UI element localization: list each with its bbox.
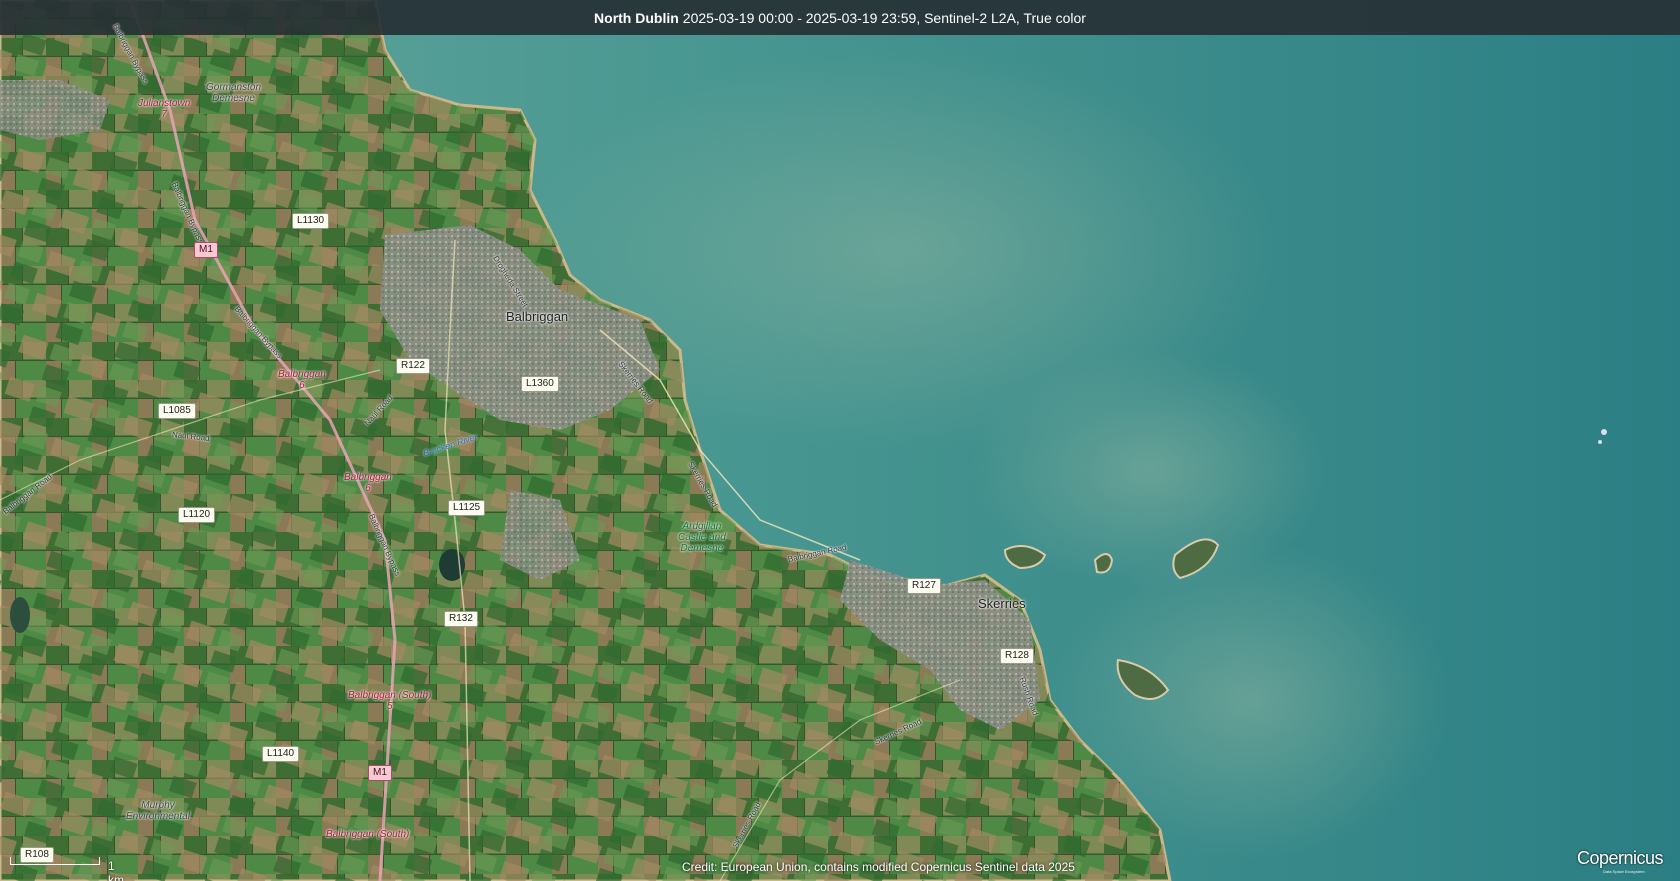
place-label-balbriggan-6a: Balbriggan 6 — [278, 369, 326, 391]
road-shield-l1085: L1085 — [158, 403, 196, 419]
road-shield-r132: R132 — [444, 611, 478, 627]
copernicus-logo[interactable]: Copernicus Data Space Ecosystem — [1575, 846, 1665, 876]
place-label-balbriggan-south-5: Balbriggan (South) 5 — [348, 690, 432, 712]
attribution-credit: Credit: European Union, contains modifie… — [682, 860, 1075, 874]
boat — [1598, 440, 1602, 444]
scale-line — [10, 857, 100, 865]
lake — [10, 597, 30, 633]
place-label-gormanston: Gormanston Demesne — [206, 82, 262, 104]
town-label-balbriggan[interactable]: Balbriggan — [506, 309, 568, 324]
place-label-murphy-environmental: Murphy Environmental — [126, 800, 190, 822]
road-shield-m1: M1 — [194, 242, 218, 258]
place-label-balbriggan-south: Balbriggan (South) — [326, 829, 410, 840]
satellite-map[interactable] — [0, 0, 1680, 881]
location-name: North Dublin — [594, 9, 679, 26]
road-shield-r122: R122 — [396, 358, 430, 374]
road-shield-l1125: L1125 — [448, 500, 486, 516]
road-shield-r128: R128 — [1000, 648, 1034, 664]
road-shield-l1360: L1360 — [521, 376, 559, 392]
boat — [1601, 429, 1607, 435]
road-shield-r127: R127 — [907, 578, 941, 594]
place-label-ardgillan: Ardgillan Castle and Demesne — [678, 521, 726, 554]
road-shield-l1120: L1120 — [178, 507, 216, 523]
logo-name: Copernicus — [1577, 848, 1664, 868]
scale-bar: 1 km — [10, 857, 124, 881]
place-label-julianstown: Julianstown 7 — [138, 98, 191, 120]
map-title-bar: North Dublin 2025-03-19 00:00 - 2025-03-… — [0, 0, 1680, 35]
road-shield-l1140: L1140 — [262, 746, 300, 762]
scale-label: 1 km — [108, 859, 124, 881]
road-shield-m1: M1 — [368, 765, 392, 781]
place-label-balbriggan-6b: Balbriggan 6 — [344, 472, 392, 494]
town-label-skerries[interactable]: Skerries — [978, 596, 1026, 611]
road-shield-l1130: L1130 — [292, 213, 330, 229]
logo-tagline: Data Space Ecosystem — [1603, 869, 1645, 874]
acquisition-details: 2025-03-19 00:00 - 2025-03-19 23:59, Sen… — [682, 9, 1086, 26]
